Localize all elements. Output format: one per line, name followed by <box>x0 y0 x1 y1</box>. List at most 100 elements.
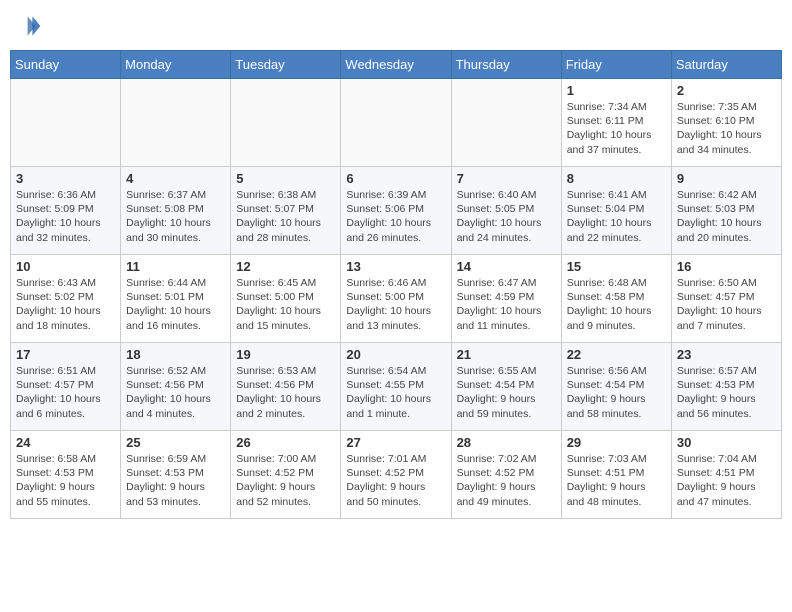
day-info: Sunrise: 7:34 AM Sunset: 6:11 PM Dayligh… <box>567 100 666 157</box>
calendar-day-cell: 3 Sunrise: 6:36 AM Sunset: 5:09 PM Daylig… <box>11 167 121 255</box>
day-number: 3 <box>16 171 115 186</box>
day-number: 10 <box>16 259 115 274</box>
day-info: Sunrise: 7:01 AM Sunset: 4:52 PM Dayligh… <box>346 452 445 509</box>
day-number: 20 <box>346 347 445 362</box>
day-info: Sunrise: 6:48 AM Sunset: 4:58 PM Dayligh… <box>567 276 666 333</box>
day-number: 23 <box>677 347 776 362</box>
calendar-week-row: 17Sunrise: 6:51 AM Sunset: 4:57 PM Dayli… <box>11 343 782 431</box>
day-info: Sunrise: 6:37 AM Sunset: 5:08 PM Dayligh… <box>126 188 225 245</box>
calendar-day-cell: 19 Sunrise: 6:53 AM Sunset: 4:56 PM Dayli… <box>231 343 341 431</box>
day-number: 9 <box>677 171 776 186</box>
weekday-header: Thursday <box>451 51 561 79</box>
day-number: 24 <box>16 435 115 450</box>
calendar-day-cell <box>341 79 451 167</box>
weekday-header: Friday <box>561 51 671 79</box>
calendar-day-cell: 1 Sunrise: 7:34 AM Sunset: 6:11 PM Daylig… <box>561 79 671 167</box>
calendar-day-cell: 21 Sunrise: 6:55 AM Sunset: 4:54 PM Dayli… <box>451 343 561 431</box>
calendar-day-cell: 5 Sunrise: 6:38 AM Sunset: 5:07 PM Daylig… <box>231 167 341 255</box>
day-number: 29 <box>567 435 666 450</box>
weekday-header: Saturday <box>671 51 781 79</box>
weekday-header: Sunday <box>11 51 121 79</box>
calendar-day-cell: 27 Sunrise: 7:01 AM Sunset: 4:52 PM Dayli… <box>341 431 451 519</box>
calendar-day-cell: 13 Sunrise: 6:46 AM Sunset: 5:00 PM Dayli… <box>341 255 451 343</box>
calendar-day-cell <box>451 79 561 167</box>
day-info: Sunrise: 7:00 AM Sunset: 4:52 PM Dayligh… <box>236 452 335 509</box>
day-number: 15 <box>567 259 666 274</box>
day-number: 4 <box>126 171 225 186</box>
day-number: 26 <box>236 435 335 450</box>
day-info: Sunrise: 6:40 AM Sunset: 5:05 PM Dayligh… <box>457 188 556 245</box>
day-info: Sunrise: 6:45 AM Sunset: 5:00 PM Dayligh… <box>236 276 335 333</box>
weekday-header: Wednesday <box>341 51 451 79</box>
day-number: 25 <box>126 435 225 450</box>
day-info: Sunrise: 7:35 AM Sunset: 6:10 PM Dayligh… <box>677 100 776 157</box>
day-info: Sunrise: 6:56 AM Sunset: 4:54 PM Dayligh… <box>567 364 666 421</box>
day-number: 1 <box>567 83 666 98</box>
calendar-day-cell: 11Sunrise: 6:44 AM Sunset: 5:01 PM Dayli… <box>121 255 231 343</box>
calendar-week-row: 3 Sunrise: 6:36 AM Sunset: 5:09 PM Daylig… <box>11 167 782 255</box>
day-number: 27 <box>346 435 445 450</box>
day-info: Sunrise: 6:55 AM Sunset: 4:54 PM Dayligh… <box>457 364 556 421</box>
day-number: 13 <box>346 259 445 274</box>
calendar-day-cell: 18 Sunrise: 6:52 AM Sunset: 4:56 PM Dayli… <box>121 343 231 431</box>
calendar-day-cell: 12 Sunrise: 6:45 AM Sunset: 5:00 PM Dayli… <box>231 255 341 343</box>
day-number: 21 <box>457 347 556 362</box>
day-number: 12 <box>236 259 335 274</box>
day-number: 18 <box>126 347 225 362</box>
page-header <box>10 10 782 42</box>
day-info: Sunrise: 6:54 AM Sunset: 4:55 PM Dayligh… <box>346 364 445 421</box>
calendar-header: SundayMondayTuesdayWednesdayThursdayFrid… <box>11 51 782 79</box>
calendar-day-cell <box>121 79 231 167</box>
logo <box>10 10 46 42</box>
calendar-day-cell: 29 Sunrise: 7:03 AM Sunset: 4:51 PM Dayli… <box>561 431 671 519</box>
calendar-day-cell: 9 Sunrise: 6:42 AM Sunset: 5:03 PM Daylig… <box>671 167 781 255</box>
day-number: 7 <box>457 171 556 186</box>
calendar-day-cell: 8Sunrise: 6:41 AM Sunset: 5:04 PM Daylig… <box>561 167 671 255</box>
day-info: Sunrise: 6:59 AM Sunset: 4:53 PM Dayligh… <box>126 452 225 509</box>
day-info: Sunrise: 6:52 AM Sunset: 4:56 PM Dayligh… <box>126 364 225 421</box>
calendar-day-cell: 26 Sunrise: 7:00 AM Sunset: 4:52 PM Dayli… <box>231 431 341 519</box>
calendar-day-cell: 28Sunrise: 7:02 AM Sunset: 4:52 PM Dayli… <box>451 431 561 519</box>
day-info: Sunrise: 6:57 AM Sunset: 4:53 PM Dayligh… <box>677 364 776 421</box>
day-number: 30 <box>677 435 776 450</box>
calendar-day-cell <box>11 79 121 167</box>
day-number: 16 <box>677 259 776 274</box>
day-info: Sunrise: 6:39 AM Sunset: 5:06 PM Dayligh… <box>346 188 445 245</box>
day-info: Sunrise: 6:42 AM Sunset: 5:03 PM Dayligh… <box>677 188 776 245</box>
day-number: 8 <box>567 171 666 186</box>
day-info: Sunrise: 6:46 AM Sunset: 5:00 PM Dayligh… <box>346 276 445 333</box>
day-info: Sunrise: 6:51 AM Sunset: 4:57 PM Dayligh… <box>16 364 115 421</box>
day-number: 14 <box>457 259 556 274</box>
day-number: 5 <box>236 171 335 186</box>
day-number: 2 <box>677 83 776 98</box>
day-info: Sunrise: 6:36 AM Sunset: 5:09 PM Dayligh… <box>16 188 115 245</box>
day-info: Sunrise: 7:03 AM Sunset: 4:51 PM Dayligh… <box>567 452 666 509</box>
calendar-table: SundayMondayTuesdayWednesdayThursdayFrid… <box>10 50 782 519</box>
calendar-week-row: 24 Sunrise: 6:58 AM Sunset: 4:53 PM Dayli… <box>11 431 782 519</box>
day-info: Sunrise: 6:53 AM Sunset: 4:56 PM Dayligh… <box>236 364 335 421</box>
day-info: Sunrise: 6:47 AM Sunset: 4:59 PM Dayligh… <box>457 276 556 333</box>
calendar-day-cell: 30 Sunrise: 7:04 AM Sunset: 4:51 PM Dayli… <box>671 431 781 519</box>
calendar-day-cell: 16Sunrise: 6:50 AM Sunset: 4:57 PM Dayli… <box>671 255 781 343</box>
day-number: 19 <box>236 347 335 362</box>
calendar-day-cell <box>231 79 341 167</box>
calendar-day-cell: 24 Sunrise: 6:58 AM Sunset: 4:53 PM Dayli… <box>11 431 121 519</box>
calendar-day-cell: 17Sunrise: 6:51 AM Sunset: 4:57 PM Dayli… <box>11 343 121 431</box>
weekday-header: Tuesday <box>231 51 341 79</box>
day-info: Sunrise: 6:58 AM Sunset: 4:53 PM Dayligh… <box>16 452 115 509</box>
day-info: Sunrise: 7:04 AM Sunset: 4:51 PM Dayligh… <box>677 452 776 509</box>
day-info: Sunrise: 6:38 AM Sunset: 5:07 PM Dayligh… <box>236 188 335 245</box>
calendar-day-cell: 20 Sunrise: 6:54 AM Sunset: 4:55 PM Dayli… <box>341 343 451 431</box>
calendar-day-cell: 4 Sunrise: 6:37 AM Sunset: 5:08 PM Daylig… <box>121 167 231 255</box>
day-number: 11 <box>126 259 225 274</box>
calendar-day-cell: 7 Sunrise: 6:40 AM Sunset: 5:05 PM Daylig… <box>451 167 561 255</box>
calendar-day-cell: 6Sunrise: 6:39 AM Sunset: 5:06 PM Daylig… <box>341 167 451 255</box>
calendar-day-cell: 14 Sunrise: 6:47 AM Sunset: 4:59 PM Dayli… <box>451 255 561 343</box>
calendar-day-cell: 25 Sunrise: 6:59 AM Sunset: 4:53 PM Dayli… <box>121 431 231 519</box>
day-number: 22 <box>567 347 666 362</box>
calendar-week-row: 1 Sunrise: 7:34 AM Sunset: 6:11 PM Daylig… <box>11 79 782 167</box>
calendar-week-row: 10 Sunrise: 6:43 AM Sunset: 5:02 PM Dayli… <box>11 255 782 343</box>
weekday-header: Monday <box>121 51 231 79</box>
calendar-day-cell: 22 Sunrise: 6:56 AM Sunset: 4:54 PM Dayli… <box>561 343 671 431</box>
day-info: Sunrise: 6:43 AM Sunset: 5:02 PM Dayligh… <box>16 276 115 333</box>
